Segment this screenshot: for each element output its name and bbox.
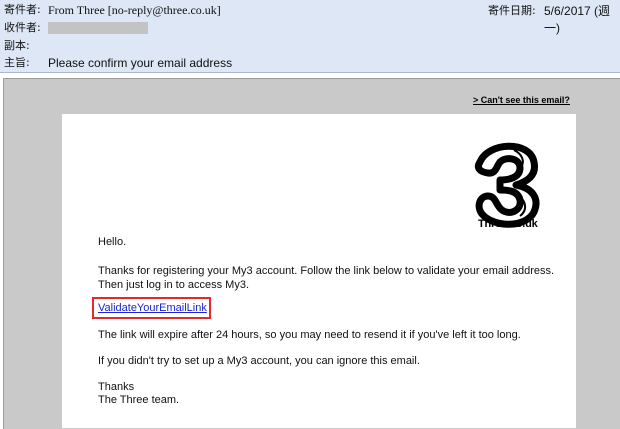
- three-logo-icon: [474, 142, 540, 228]
- email-header: 寄件者: From Three [no-reply@three.co.uk] 寄…: [0, 0, 620, 73]
- from-label: 寄件者:: [4, 3, 41, 16]
- greeting: Hello.: [98, 236, 127, 248]
- signoff-team: The Three team.: [98, 394, 180, 406]
- cc-label: 副本:: [4, 39, 30, 52]
- subject-label: 主旨:: [4, 56, 30, 69]
- date-value: 5/6/2017 (週一): [544, 4, 611, 35]
- from-value[interactable]: From Three [no-reply@three.co.uk]: [48, 2, 221, 18]
- redacted-recipient: [48, 22, 148, 34]
- ignore-line: If you didn't try to set up a My3 accoun…: [98, 355, 420, 367]
- validate-email-link[interactable]: ValidateYourEmailLink: [98, 302, 207, 314]
- expire-line: The link will expire after 24 hours, so …: [98, 329, 521, 341]
- thanks-line-2: Then just log in to access My3.: [98, 279, 250, 291]
- cant-see-email-link[interactable]: > Can't see this email?: [473, 95, 570, 105]
- to-label: 收件者:: [4, 21, 41, 34]
- date-label: 寄件日期:: [488, 4, 536, 17]
- subject-value: Please confirm your email address: [48, 56, 233, 70]
- thanks-line-1: Thanks for registering your My3 account.…: [98, 265, 555, 277]
- logo-text: Three.co.uk: [478, 218, 538, 230]
- signoff-thanks: Thanks: [98, 381, 135, 393]
